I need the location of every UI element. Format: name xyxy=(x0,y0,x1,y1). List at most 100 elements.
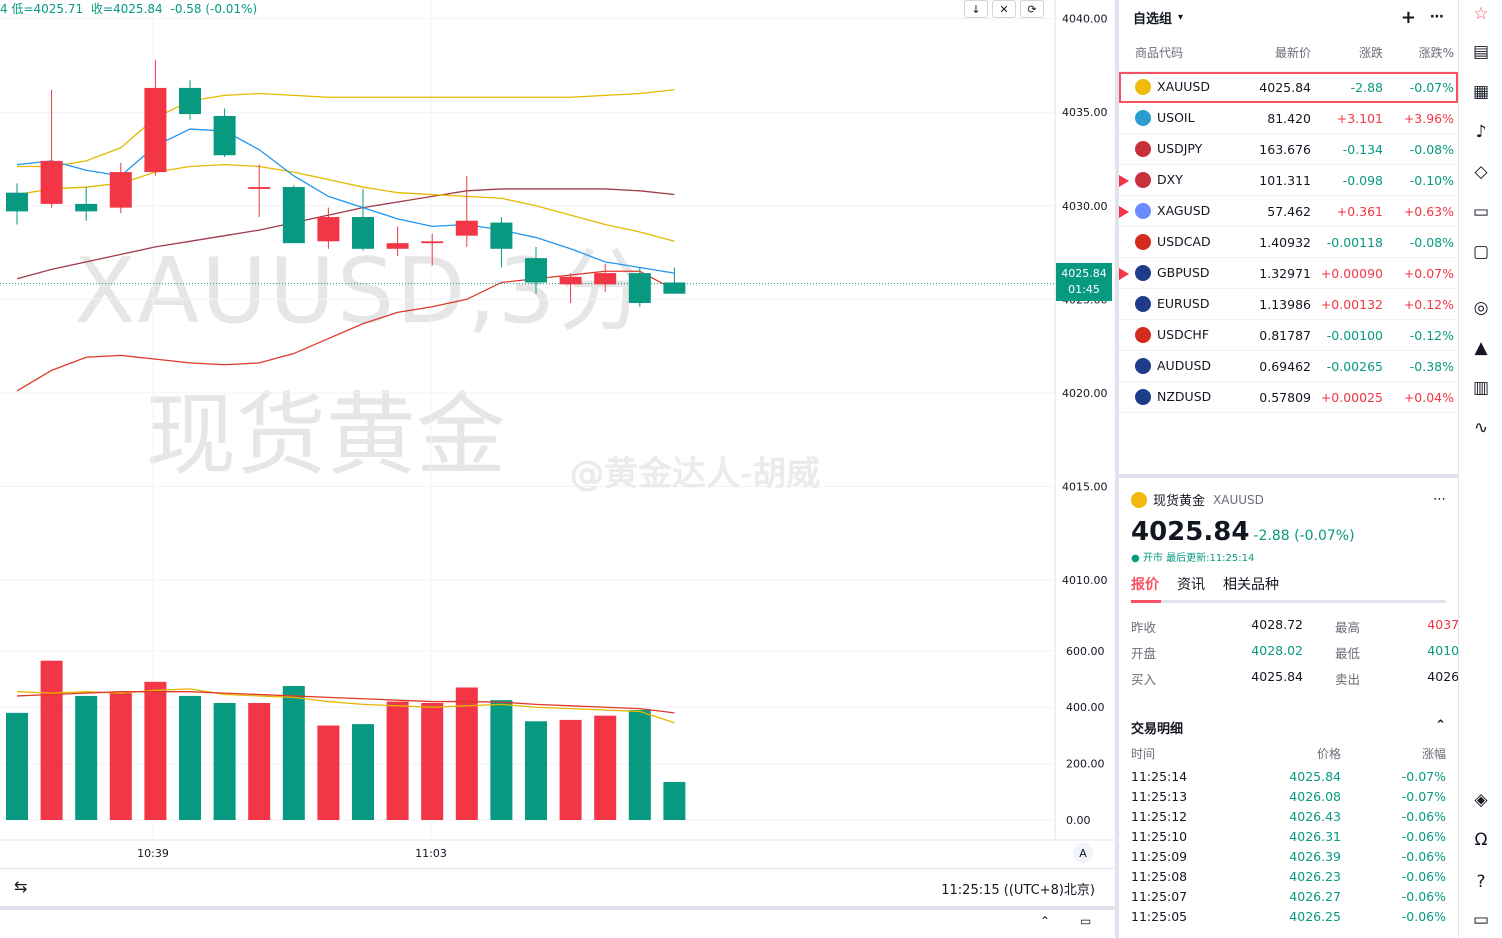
price-chart[interactable]: 4040.004035.004030.004025.004020.004015.… xyxy=(0,0,1115,868)
replay-icon[interactable]: ⇆ xyxy=(14,877,27,896)
time-tick-label: 11:03 xyxy=(415,847,447,860)
chart-area[interactable]: XAUUSD,3分 现货黄金 4040.004035.004030.004025… xyxy=(0,0,1115,938)
change-pct: +3.96% xyxy=(1403,110,1454,126)
detail-name: 现货黄金 xyxy=(1153,494,1206,509)
bottom-panel-strip: ⌃ ▭ xyxy=(0,906,1115,938)
watchlist-row-gbpusd[interactable]: GBPUSD 1.32971 +0.00090 +0.07% xyxy=(1119,258,1458,289)
candle-body xyxy=(109,172,132,208)
handshake-icon[interactable]: ◈ xyxy=(1469,788,1493,812)
watchlist-row-xagusd[interactable]: XAGUSD 57.462 +0.361 +0.63% xyxy=(1119,196,1458,227)
stat-label: 最低 xyxy=(1335,646,1361,661)
candle-body xyxy=(282,187,305,244)
candle-body xyxy=(179,87,201,115)
collapse-icon[interactable]: ✕ xyxy=(992,0,1016,18)
auto-scale-button[interactable]: A xyxy=(1073,843,1093,863)
candle-body xyxy=(663,282,686,294)
chevron-up-icon[interactable]: ⌃ xyxy=(1435,718,1446,737)
watchlist-row-usdchf[interactable]: USDCHF 0.81787 -0.00100 -0.12% xyxy=(1119,320,1458,351)
chart-icon[interactable]: ∿ xyxy=(1469,416,1493,440)
right-panel: 自选组 ▾ + ⋯ 商品代码 最新价 涨跌 涨跌% XAUUSD 4025.84-… xyxy=(1115,0,1479,938)
symbol-icon xyxy=(1135,296,1151,313)
col-last[interactable]: 最新价 xyxy=(1239,44,1311,61)
side-toolbar: ☆ ▤ ▦ ♪ ◇ ▭ ▢ ◎ ▲ ▥ ∿ ◈ Ω ? ▭ xyxy=(1458,0,1502,938)
ohlc-change: -0.58 (-0.01%) xyxy=(170,2,258,16)
education-icon[interactable]: ▲ xyxy=(1469,336,1493,360)
stat-value: 4025.84 xyxy=(1251,669,1303,684)
symbol-cell: USDCHF xyxy=(1119,327,1239,344)
symbol-cell: AUDUSD xyxy=(1119,358,1239,375)
candle-body xyxy=(213,115,236,156)
candle-body xyxy=(75,203,98,212)
price-tick-label: 4035.00 xyxy=(1062,106,1108,119)
trade-row: 11:25:09 4026.39 -0.06% xyxy=(1131,846,1446,866)
trade-pct: -0.07% xyxy=(1401,768,1446,784)
chevron-down-icon[interactable]: ▾ xyxy=(1178,12,1183,23)
watchlist-row-nzdusd[interactable]: NZDUSD 0.57809 +0.00025 +0.04% xyxy=(1119,382,1458,413)
candle-body xyxy=(317,216,340,242)
watchlist-title[interactable]: 自选组 xyxy=(1133,8,1172,27)
last-price: 1.13986 xyxy=(1259,296,1311,312)
more-icon[interactable]: ⋯ xyxy=(1433,492,1446,507)
change: +3.101 xyxy=(1336,110,1383,126)
last-price: 0.69462 xyxy=(1259,358,1311,374)
layers-icon[interactable]: ◇ xyxy=(1469,160,1493,184)
candle-body xyxy=(144,87,167,173)
watchlist-row-usdcad[interactable]: USDCAD 1.40932 -0.00118 -0.08% xyxy=(1119,227,1458,258)
volume-bar xyxy=(248,702,271,820)
change: +0.00025 xyxy=(1320,389,1383,405)
watchlist-row-usoil[interactable]: USOIL 81.420 +3.101 +3.96% xyxy=(1119,103,1458,134)
watchlist-row-audusd[interactable]: AUDUSD 0.69462 -0.00265 -0.38% xyxy=(1119,351,1458,382)
last-price: 57.462 xyxy=(1267,203,1311,219)
tab-quote[interactable]: 报价 xyxy=(1131,574,1159,594)
video-icon[interactable]: ▭ xyxy=(1469,200,1493,224)
trade-time: 11:25:05 xyxy=(1131,908,1188,924)
chat-icon[interactable]: ▢ xyxy=(1469,240,1493,264)
tab-indicator xyxy=(1131,600,1161,603)
col-symbol[interactable]: 商品代码 xyxy=(1119,44,1239,61)
headset-icon[interactable]: Ω xyxy=(1469,828,1493,852)
add-icon[interactable]: + xyxy=(1401,7,1416,28)
col-pct[interactable]: 涨跌% xyxy=(1383,44,1454,61)
target-icon[interactable]: ◎ xyxy=(1469,296,1493,320)
help-icon[interactable]: ? xyxy=(1469,870,1493,894)
trade-price: 4026.08 xyxy=(1289,788,1341,804)
watchlist-row-dxy[interactable]: DXY 101.311 -0.098 -0.10% xyxy=(1119,165,1458,196)
col-time: 时间 xyxy=(1131,747,1156,761)
bell-icon[interactable]: ♪ xyxy=(1469,120,1493,144)
candle-body xyxy=(386,243,409,249)
change-pct: +0.63% xyxy=(1403,203,1454,219)
refresh-icon[interactable]: ⟳ xyxy=(1020,0,1044,18)
trade-row: 11:25:05 4026.25 -0.06% xyxy=(1131,906,1446,926)
col-change[interactable]: 涨跌 xyxy=(1311,44,1383,61)
trade-row: 11:25:14 4025.84 -0.07% xyxy=(1131,766,1446,786)
change: +0.00090 xyxy=(1320,265,1383,281)
candle-body xyxy=(352,216,374,249)
bollinger-lower-line xyxy=(16,270,675,392)
watchlist-row-xauusd[interactable]: XAUUSD 4025.84 -2.88 -0.07% xyxy=(1119,72,1458,103)
watchlist-icon[interactable]: ☆ xyxy=(1469,2,1493,26)
chevron-up-icon[interactable]: ⌃ xyxy=(1040,914,1050,928)
detail-price-change: -2.88 (-0.07%) xyxy=(1253,528,1355,544)
watchlist-row-eurusd[interactable]: EURUSD 1.13986 +0.00132 +0.12% xyxy=(1119,289,1458,320)
maximize-icon[interactable]: ▭ xyxy=(1080,914,1091,928)
last-price-value: 4025.84 xyxy=(1061,267,1107,280)
tab-related[interactable]: 相关品种 xyxy=(1223,574,1279,594)
stat-label: 开盘 xyxy=(1131,646,1157,661)
symbol-icon xyxy=(1135,141,1151,158)
document-icon[interactable]: ▤ xyxy=(1469,40,1493,64)
calendar-icon[interactable]: ▦ xyxy=(1469,80,1493,104)
symbol-name: NZDUSD xyxy=(1157,388,1212,404)
tab-news[interactable]: 资讯 xyxy=(1177,574,1205,594)
volume-bar xyxy=(317,725,340,820)
more-icon[interactable]: ⋯ xyxy=(1430,9,1444,25)
arrow-down-icon[interactable]: ↓ xyxy=(964,0,988,18)
volume-bar xyxy=(455,687,478,820)
ohlc-close: 收=4025.84 xyxy=(90,2,163,16)
watchlist-row-usdjpy[interactable]: USDJPY 163.676 -0.134 -0.08% xyxy=(1119,134,1458,165)
price-tick-label: 4010.00 xyxy=(1062,574,1108,587)
volume-tick-label: 200.00 xyxy=(1066,758,1105,771)
timezone-clock[interactable]: 11:25:15 ((UTC+8)北京) xyxy=(941,879,1095,898)
table-icon[interactable]: ▥ xyxy=(1469,376,1493,400)
volume-bar xyxy=(144,681,167,820)
monitor-icon[interactable]: ▭ xyxy=(1469,908,1493,932)
